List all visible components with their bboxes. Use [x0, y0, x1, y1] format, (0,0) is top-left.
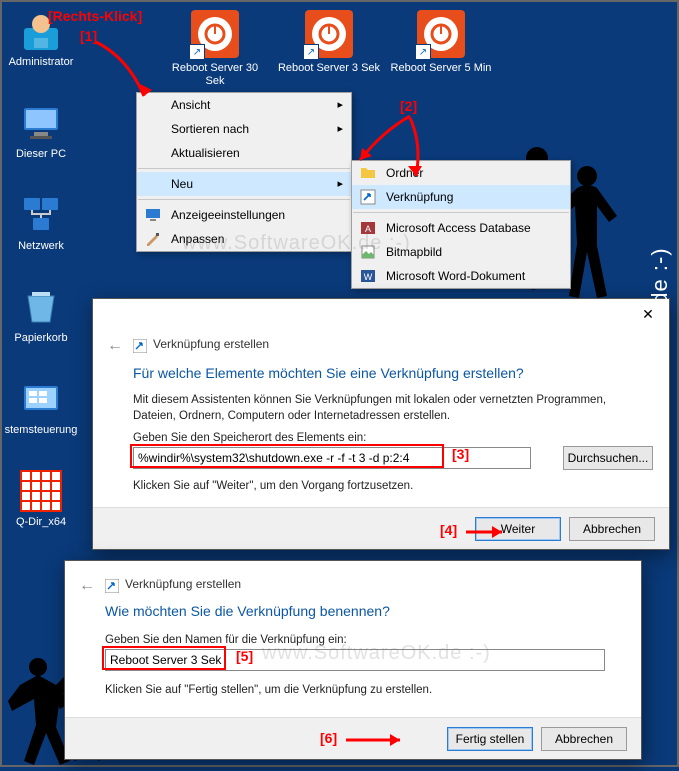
dialog-description: Mit diesem Assistenten können Sie Verknü…: [133, 393, 645, 424]
finish-button[interactable]: Fertig stellen: [447, 727, 533, 751]
field-label: Geben Sie den Speicherort des Elements e…: [133, 431, 645, 447]
cancel-button[interactable]: Abbrechen: [569, 517, 655, 541]
icon-label: Dieser PC: [14, 147, 68, 162]
icon-label: stemsteuerung: [3, 423, 80, 438]
menu-label: Anpassen: [171, 232, 224, 246]
submenu-item-word[interactable]: W Microsoft Word-Dokument: [352, 264, 570, 288]
menu-item-view[interactable]: Ansicht: [137, 93, 351, 117]
desktop-icon-qdir[interactable]: Q-Dir_x64: [2, 470, 80, 530]
desktop-icon-network[interactable]: Netzwerk: [2, 194, 80, 254]
folder-icon: [360, 165, 376, 181]
menu-label: Neu: [171, 177, 193, 191]
submenu-item-access[interactable]: A Microsoft Access Database: [352, 216, 570, 240]
dialog-header-small: Verknüpfung erstellen: [125, 577, 241, 591]
shortcut-reboot-5min[interactable]: ↗ Reboot Server 5 Min: [386, 10, 496, 76]
pc-icon: [20, 102, 62, 144]
submenu-item-shortcut[interactable]: Verknüpfung: [352, 185, 570, 209]
shortcut-label: Reboot Server 3 Sek: [276, 61, 382, 76]
back-button[interactable]: ←: [79, 577, 95, 595]
new-submenu: Ordner Verknüpfung A Microsoft Access Da…: [351, 160, 571, 289]
menu-label: Microsoft Access Database: [386, 221, 531, 235]
shortcut-wizard-icon: [133, 339, 147, 353]
submenu-item-bitmap[interactable]: Bitmapbild: [352, 240, 570, 264]
menu-item-refresh[interactable]: Aktualisieren: [137, 141, 351, 165]
menu-item-new[interactable]: Neu: [137, 172, 351, 196]
browse-button[interactable]: Durchsuchen...: [563, 446, 653, 470]
desktop-icon-administrator[interactable]: Administrator: [2, 10, 80, 70]
icon-label: Netzwerk: [16, 239, 66, 254]
next-button[interactable]: Weiter: [475, 517, 561, 541]
svg-text:W: W: [364, 272, 373, 282]
menu-label: Microsoft Word-Dokument: [386, 269, 525, 283]
shortcut-reboot-3sek[interactable]: ↗ Reboot Server 3 Sek: [274, 10, 384, 76]
shortcut-label: Reboot Server 30 Sek: [160, 61, 270, 88]
dialog-button-bar: Fertig stellen Abbrechen: [65, 717, 641, 759]
bitmap-icon: [360, 244, 376, 260]
desktop-icon-this-pc[interactable]: Dieser PC: [2, 102, 80, 162]
menu-item-personalize[interactable]: Anpassen: [137, 227, 351, 251]
qdir-icon: [20, 470, 62, 512]
dialog-title: Für welche Elemente möchten Sie eine Ver…: [133, 365, 524, 381]
menu-label: Bitmapbild: [386, 245, 442, 259]
menu-label: Anzeigeeinstellungen: [171, 208, 285, 222]
menu-label: Sortieren nach: [171, 122, 249, 136]
shortcut-overlay-icon: ↗: [303, 44, 319, 60]
back-button[interactable]: ←: [107, 337, 123, 355]
network-icon: [20, 194, 62, 236]
annotation-1: [1]: [80, 28, 97, 44]
dialog-hint: Klicken Sie auf "Weiter", um den Vorgang…: [133, 479, 645, 495]
word-icon: W: [360, 268, 376, 284]
display-settings-icon: [145, 207, 161, 223]
menu-item-display-settings[interactable]: Anzeigeeinstellungen: [137, 203, 351, 227]
close-button[interactable]: ✕: [633, 303, 663, 325]
power-icon: ↗: [191, 10, 239, 58]
dialog-button-bar: Weiter Abbrechen: [93, 507, 669, 549]
submenu-item-folder[interactable]: Ordner: [352, 161, 570, 185]
menu-label: Verknüpfung: [386, 190, 453, 204]
shortcut-label: Reboot Server 5 Min: [389, 61, 494, 76]
menu-label: Aktualisieren: [171, 146, 240, 160]
name-input[interactable]: [105, 649, 605, 671]
power-icon: ↗: [417, 10, 465, 58]
desktop-context-menu: Ansicht Sortieren nach Aktualisieren Neu…: [136, 92, 352, 252]
create-shortcut-dialog-1: ✕ ← Verknüpfung erstellen Für welche Ele…: [92, 298, 670, 550]
svg-text:A: A: [365, 224, 371, 234]
menu-item-sort[interactable]: Sortieren nach: [137, 117, 351, 141]
icon-label: Administrator: [7, 55, 76, 70]
icon-label: Papierkorb: [12, 331, 69, 346]
location-input[interactable]: [133, 447, 531, 469]
field-label: Geben Sie den Namen für die Verknüpfung …: [105, 633, 617, 649]
icon-label: Q-Dir_x64: [14, 515, 68, 530]
desktop-icon-recycle-bin[interactable]: Papierkorb: [2, 286, 80, 346]
dialog-title: Wie möchten Sie die Verknüpfung benennen…: [105, 603, 390, 619]
user-icon: [20, 10, 62, 52]
menu-label: Ordner: [386, 166, 423, 180]
power-icon: ↗: [305, 10, 353, 58]
desktop-icon-control-panel[interactable]: stemsteuerung: [2, 378, 80, 438]
shortcut-overlay-icon: ↗: [189, 44, 205, 60]
create-shortcut-dialog-2: ← Verknüpfung erstellen Wie möchten Sie …: [64, 560, 642, 760]
dialog-header-small: Verknüpfung erstellen: [153, 337, 269, 351]
dialog-hint: Klicken Sie auf "Fertig stellen", um die…: [105, 683, 617, 699]
personalize-icon: [145, 231, 161, 247]
control-panel-icon: [20, 378, 62, 420]
shortcut-icon: [360, 189, 376, 205]
menu-label: Ansicht: [171, 98, 210, 112]
shortcut-wizard-icon: [105, 579, 119, 593]
access-icon: A: [360, 220, 376, 236]
cancel-button[interactable]: Abbrechen: [541, 727, 627, 751]
shortcut-reboot-30sek[interactable]: ↗ Reboot Server 30 Sek: [160, 10, 270, 88]
annotation-2: [2]: [400, 98, 417, 114]
recycle-bin-icon: [20, 286, 62, 328]
shortcut-overlay-icon: ↗: [415, 44, 431, 60]
